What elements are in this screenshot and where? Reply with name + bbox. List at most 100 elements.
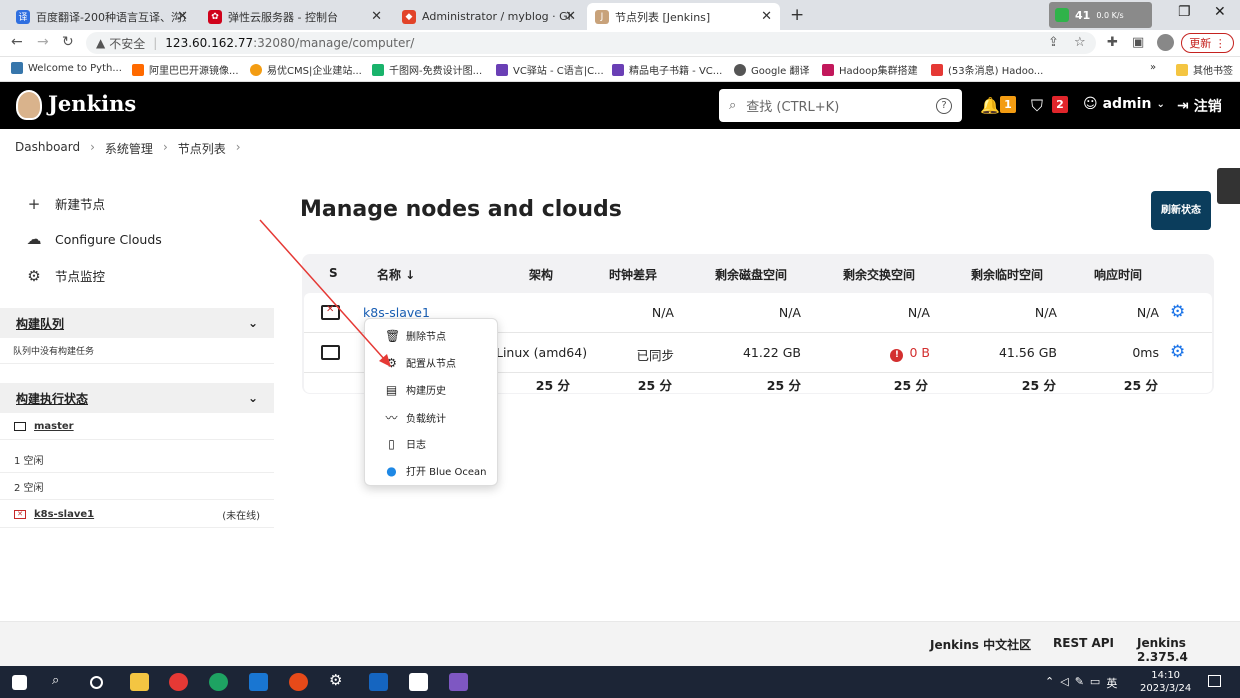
col-temp[interactable]: 剩余临时空间 (971, 266, 1043, 283)
task-view-icon[interactable] (90, 676, 103, 689)
bookmarks-overflow[interactable]: » (1150, 62, 1156, 73)
executors-header[interactable]: 构建执行状态 ⌄ (0, 383, 274, 413)
close-icon[interactable]: ✕ (565, 9, 576, 24)
app-icon[interactable] (369, 673, 388, 691)
security-shield-icon[interactable]: ⛉ (1031, 96, 1043, 116)
share-icon[interactable]: ⇪ (1048, 35, 1059, 50)
star-icon[interactable]: ☆ (1074, 35, 1086, 50)
bookmark-item[interactable]: 阿里巴巴开源镜像... (132, 62, 239, 77)
search-input[interactable]: ⌕ 查找 (CTRL+K) ? (719, 89, 962, 122)
notification-badge[interactable]: 1 (1000, 96, 1016, 113)
notification-center-icon[interactable] (1208, 675, 1221, 687)
chrome-icon[interactable] (169, 673, 188, 691)
bookmarks-bar: Welcome to Pyth... 阿里巴巴开源镜像... 易优CMS|企业建… (0, 57, 1240, 82)
extensions-icon[interactable]: ✚ (1107, 35, 1118, 50)
chevron-down-icon[interactable]: ⌄ (248, 391, 258, 405)
breadcrumb-manage[interactable]: 系统管理 (105, 140, 153, 157)
bookmark-item[interactable]: 精品电子书籍 - VC... (612, 62, 722, 77)
edge-icon[interactable] (209, 673, 228, 691)
bookmark-item[interactable]: Hadoop集群搭建 (822, 62, 918, 77)
executor-master[interactable]: master (0, 414, 274, 440)
col-arch[interactable]: 架构 (529, 266, 553, 283)
col-swap[interactable]: 剩余交换空间 (843, 266, 915, 283)
refresh-status-button[interactable]: 刷新状态 (1151, 191, 1211, 230)
sidebar-icon[interactable]: ▣ (1132, 35, 1144, 50)
media-player-icon[interactable] (249, 673, 268, 691)
bell-icon[interactable]: 🔔 (980, 96, 1000, 115)
search-icon: ⌕ (729, 98, 737, 113)
typora-icon[interactable] (409, 673, 428, 691)
bookmark-item[interactable]: Google 翻译 (734, 62, 809, 77)
tab-gitlab[interactable]: ◆ Administrator / myblog · GitLa ✕ (394, 3, 584, 30)
speaker-icon[interactable]: ◁ (1060, 675, 1068, 691)
user-menu[interactable]: ☺ admin ⌄ (1083, 96, 1165, 112)
sidebar-configure-clouds[interactable]: ☁ Configure Clouds (25, 230, 162, 248)
breadcrumb-dashboard[interactable]: Dashboard (15, 140, 80, 157)
sidebar-node-monitor[interactable]: ⚙ 节点监控 (25, 266, 105, 285)
footer-version-link[interactable]: Jenkins 2.375.4 (1137, 636, 1240, 664)
menu-log[interactable]: ▯ 日志 (385, 436, 426, 452)
footer-community-link[interactable]: Jenkins 中文社区 (930, 636, 1031, 653)
logout-button[interactable]: ⇥ 注销 (1177, 96, 1222, 116)
file-explorer-icon[interactable] (130, 673, 149, 691)
settings-gear-icon[interactable]: ⚙ (329, 671, 342, 689)
configure-gear-icon[interactable]: ⚙ (1170, 302, 1185, 322)
bookmark-item[interactable]: 易优CMS|企业建站... (250, 62, 362, 77)
menu-blue-ocean[interactable]: ● 打开 Blue Ocean (385, 463, 486, 479)
col-disk[interactable]: 剩余磁盘空间 (715, 266, 787, 283)
restore-window-icon[interactable]: ❐ (1178, 4, 1191, 20)
chevron-up-icon[interactable]: ⌃ (1045, 675, 1054, 691)
app-icon[interactable] (449, 673, 468, 691)
bookmark-item[interactable]: 千图网-免费设计图... (372, 62, 482, 77)
logout-icon: ⇥ (1177, 98, 1189, 114)
baidu-translate-icon: 译 (16, 9, 30, 24)
plus-icon: + (27, 194, 41, 213)
error-icon: ! (890, 349, 904, 362)
url-field[interactable]: ▲ 不安全 | 123.60.162.77:32080/manage/compu… (86, 32, 1096, 54)
close-window-icon[interactable]: ✕ (1214, 4, 1226, 20)
gear-icon: ⚙ (27, 266, 41, 285)
bookmark-item[interactable]: Welcome to Pyth... (11, 62, 122, 74)
chevron-right-icon[interactable]: › (236, 140, 241, 157)
menu-build-history[interactable]: ▤ 构建历史 (385, 382, 446, 398)
col-response[interactable]: 响应时间 (1094, 266, 1142, 283)
footer-rest-api-link[interactable]: REST API (1053, 636, 1114, 650)
update-button[interactable]: 更新 ⋮ (1181, 33, 1234, 53)
app-icon[interactable] (289, 673, 308, 691)
jenkins-favicon-icon: J (595, 9, 609, 24)
clipboard-icon: ▯ (388, 436, 395, 451)
jenkins-logo-icon[interactable] (16, 90, 42, 120)
app-title[interactable]: Jenkins (48, 91, 136, 116)
bookmark-item[interactable]: VC驿站 - C语言|C... (496, 62, 604, 77)
search-icon[interactable]: ⌕ (52, 673, 59, 691)
reload-icon[interactable]: ↻ (62, 34, 74, 50)
menu-load-statistics[interactable]: 〰负载统计 (385, 409, 446, 426)
profile-avatar[interactable] (1157, 34, 1174, 51)
jenkins-header: Jenkins ⌕ 查找 (CTRL+K) ? 🔔 1 ⛉ 2 ☺ admin … (0, 82, 1240, 129)
tab-jenkins-nodes[interactable]: J 节点列表 [Jenkins] ✕ (587, 3, 780, 30)
windows-start-icon[interactable] (12, 675, 27, 690)
breadcrumb-nodes[interactable]: 节点列表 (178, 140, 226, 157)
other-bookmarks[interactable]: 其他书签 (1176, 62, 1233, 77)
configure-gear-icon[interactable]: ⚙ (1170, 342, 1185, 362)
bookmark-item[interactable]: (53条消息) Hadoo... (931, 62, 1043, 77)
gitlab-icon: ◆ (402, 9, 416, 24)
close-icon[interactable]: ✕ (371, 9, 382, 24)
close-icon[interactable]: ✕ (177, 9, 188, 24)
build-queue-header[interactable]: 构建队列 ⌄ (0, 308, 274, 338)
forward-arrow-icon[interactable]: → (37, 34, 49, 50)
col-clock[interactable]: 时钟差异 (609, 266, 657, 283)
security-badge[interactable]: 2 (1052, 96, 1068, 113)
back-arrow-icon[interactable]: ← (11, 34, 23, 50)
help-icon[interactable]: ? (936, 97, 952, 114)
sidebar-new-node[interactable]: + 新建节点 (25, 194, 105, 213)
tab-baidu-translate[interactable]: 译 百度翻译-200种语言互译、沟通 ✕ (8, 3, 196, 30)
close-icon[interactable]: ✕ (761, 9, 772, 24)
tab-huawei-cloud[interactable]: ✿ 弹性云服务器 - 控制台 ✕ (200, 3, 390, 30)
side-plugin-tab[interactable] (1217, 168, 1240, 204)
executor-k8s-slave1[interactable]: ✕ k8s-slave1 (未在线) (0, 502, 274, 528)
pen-icon[interactable]: ✎ (1075, 675, 1084, 691)
battery-icon[interactable]: ▭ (1090, 675, 1100, 691)
new-tab-button[interactable]: + (790, 5, 804, 25)
clock[interactable]: 14:10 2023/3/24 (1140, 669, 1191, 695)
